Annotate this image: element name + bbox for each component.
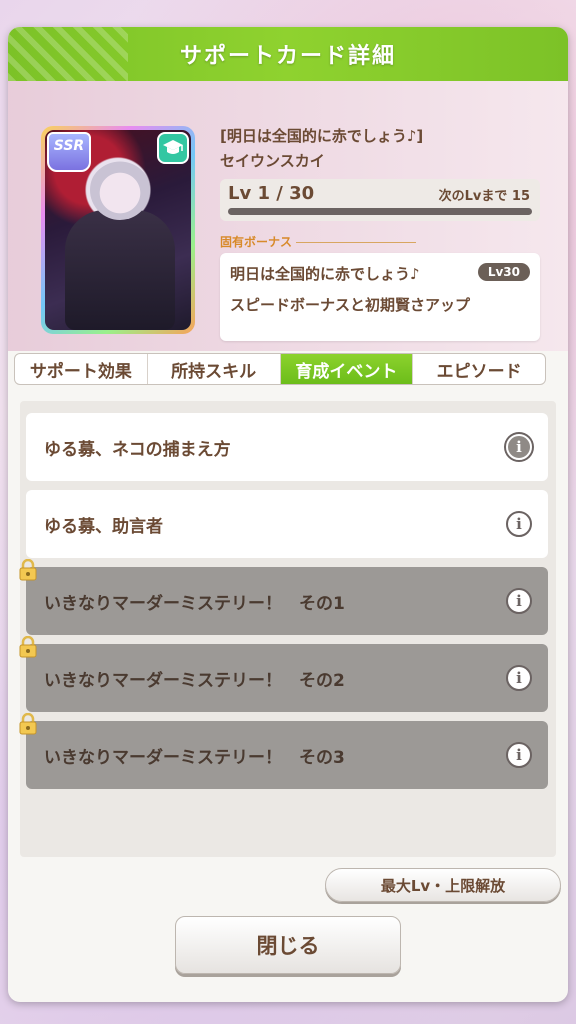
next-level-text: 次のLvまで 15 [438, 189, 530, 204]
card-character-name: セイウンスカイ [220, 152, 325, 170]
event-item-locked[interactable]: いきなりマーダーミステリー！ その2 i [19, 636, 548, 712]
support-card-image[interactable]: SSR [41, 126, 195, 334]
info-icon[interactable]: i [506, 665, 532, 691]
event-title: ゆる募、助言者 [44, 516, 163, 537]
level-progress-bar [228, 208, 532, 215]
unique-bonus-box: 明日は全国的に赤でしょう♪ Lv30 スピードボーナスと初期賢さアップ [220, 253, 540, 341]
event-title: ゆる募、ネコの捕まえ方 [44, 439, 231, 460]
lock-icon [19, 713, 37, 735]
lock-icon [19, 559, 37, 581]
event-title: いきなりマーダーミステリー！ その1 [44, 593, 345, 614]
unique-bonus-label: 固有ボーナス [220, 233, 416, 250]
tab-owned-skills[interactable]: 所持スキル [148, 354, 281, 384]
close-button[interactable]: 閉じる [175, 916, 401, 974]
event-list: ゆる募、ネコの捕まえ方 i ゆる募、助言者 i いきなりマーダーミステリー！ そ… [19, 401, 556, 857]
event-title: いきなりマーダーミステリー！ その2 [44, 670, 345, 691]
unique-bonus-description: スピードボーナスと初期賢さアップ [230, 296, 471, 314]
level-text: Lv 1 / 30 [228, 183, 315, 204]
info-icon[interactable]: i [506, 511, 532, 537]
support-card-dialog: サポートカード詳細 SSR [明日は全国的に赤でしょう♪] セイウンスカイ Lv… [8, 27, 568, 1002]
rarity-badge: SSR [47, 132, 91, 172]
tab-episodes[interactable]: エピソード [413, 354, 545, 384]
lock-icon [19, 636, 37, 658]
dialog-header: サポートカード詳細 [8, 27, 568, 81]
event-item-locked[interactable]: いきなりマーダーミステリー！ その3 i [19, 713, 548, 789]
unique-bonus-level-badge: Lv30 [477, 263, 530, 281]
card-info-section: SSR [明日は全国的に赤でしょう♪] セイウンスカイ Lv 1 / 30 次の… [8, 81, 568, 351]
tab-bar: サポート効果 所持スキル 育成イベント エピソード [14, 353, 546, 385]
info-icon[interactable]: i [506, 742, 532, 768]
limit-break-button[interactable]: 最大Lv・上限解放 [325, 868, 561, 902]
mortarboard-icon [157, 132, 189, 164]
level-box: Lv 1 / 30 次のLvまで 15 [220, 179, 540, 221]
card-title: [明日は全国的に赤でしょう♪] [220, 127, 424, 145]
tab-training-events[interactable]: 育成イベント [280, 354, 414, 384]
info-icon[interactable]: i [506, 434, 532, 460]
dialog-title: サポートカード詳細 [179, 44, 396, 69]
event-title: いきなりマーダーミステリー！ その3 [44, 747, 345, 768]
tab-support-effects[interactable]: サポート効果 [15, 354, 148, 384]
event-item[interactable]: ゆる募、助言者 i [26, 490, 548, 558]
event-item-locked[interactable]: いきなりマーダーミステリー！ その1 i [19, 559, 548, 635]
info-icon[interactable]: i [506, 588, 532, 614]
event-item[interactable]: ゆる募、ネコの捕まえ方 i [26, 413, 548, 481]
card-name-block: [明日は全国的に赤でしょう♪] セイウンスカイ [220, 125, 423, 171]
